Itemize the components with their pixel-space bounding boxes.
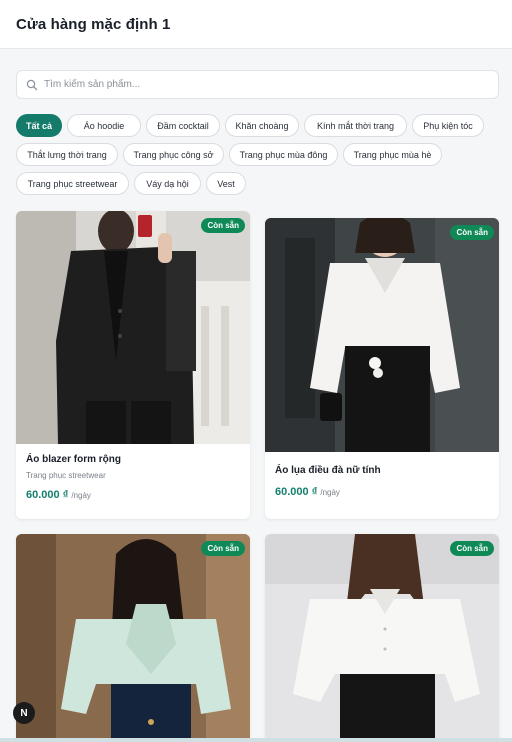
filter-chip-scarf[interactable]: Khăn choàng: [225, 114, 299, 137]
stock-badge: Còn sẵn: [201, 218, 245, 233]
product-card[interactable]: Còn sẵn Áo lụa điều đà nữ tính 60.000 ₫ …: [265, 218, 499, 519]
search-input[interactable]: [44, 79, 484, 90]
filter-row: Trang phục streetwear Váy dạ hội Vest: [16, 172, 506, 195]
product-image[interactable]: Còn sẵn: [16, 534, 250, 742]
filter-row: Tất cả Áo hoodie Đầm cocktail Khăn choàn…: [16, 114, 506, 137]
filter-chip-winter-wear[interactable]: Trang phục mùa đông: [229, 143, 338, 166]
filter-chip-evening-dress[interactable]: Váy dạ hội: [134, 172, 201, 195]
filter-chip-summer-wear[interactable]: Trang phục mùa hè: [343, 143, 442, 166]
filter-chip-all[interactable]: Tất cả: [16, 114, 62, 137]
stock-badge: Còn sẵn: [450, 225, 494, 240]
category-filters: Tất cả Áo hoodie Đầm cocktail Khăn choàn…: [16, 114, 506, 201]
filter-row: Thắt lưng thời trang Trang phục công sở …: [16, 143, 506, 166]
product-image[interactable]: Còn sẵn: [265, 534, 499, 742]
filter-chip-belts[interactable]: Thắt lưng thời trang: [16, 143, 118, 166]
product-name: Áo blazer form rộng: [26, 454, 122, 465]
filter-chip-hair-accessories[interactable]: Phụ kiện tóc: [412, 114, 484, 137]
filter-chip-glasses[interactable]: Kính mắt thời trang: [304, 114, 407, 137]
product-price: 60.000 ₫: [275, 486, 318, 498]
stock-badge: Còn sẵn: [201, 541, 245, 556]
product-price: 60.000 ₫: [26, 489, 69, 501]
product-card[interactable]: Còn sẵn: [16, 534, 250, 742]
price-unit: /ngày: [71, 491, 91, 500]
stock-badge: Còn sẵn: [450, 541, 494, 556]
filter-chip-office-wear[interactable]: Trang phục công sở: [123, 143, 224, 166]
price-line: 60.000 ₫ /ngày: [26, 489, 240, 501]
mint-bow-blouse-photo: [16, 534, 250, 742]
search-icon: [26, 79, 38, 91]
product-image[interactable]: Còn sẵn: [16, 211, 250, 444]
product-name: Áo lụa điều đà nữ tính: [275, 465, 381, 476]
white-shirt-photo: [265, 534, 499, 742]
price-line: 60.000 ₫ /ngày: [275, 486, 489, 498]
floating-action-button[interactable]: N: [13, 702, 35, 724]
product-card[interactable]: Còn sẵn: [265, 534, 499, 742]
product-info: Áo lụa điều đà nữ tính 60.000 ₫ /ngày: [265, 452, 499, 498]
filter-chip-cocktail[interactable]: Đầm cocktail: [146, 114, 220, 137]
filter-chip-hoodie[interactable]: Áo hoodie: [67, 114, 141, 137]
filter-chip-streetwear[interactable]: Trang phục streetwear: [16, 172, 129, 195]
filter-chip-vest[interactable]: Vest: [206, 172, 246, 195]
white-silk-blouse-photo: [265, 218, 499, 452]
bottom-edge-bar: [0, 738, 512, 742]
search-bar[interactable]: [16, 70, 499, 99]
price-unit: /ngày: [320, 488, 340, 497]
product-image[interactable]: Còn sẵn: [265, 218, 499, 452]
product-category: Trang phục streetwear: [26, 471, 106, 480]
product-info: Áo blazer form rộng Trang phục streetwea…: [16, 444, 250, 501]
black-blazer-photo: [16, 211, 250, 444]
app-header: Cửa hàng mặc định 1: [0, 0, 512, 49]
page-title: Cửa hàng mặc định 1: [16, 15, 171, 33]
product-card[interactable]: Còn sẵn Áo blazer form rộng Trang phục s…: [16, 211, 250, 519]
